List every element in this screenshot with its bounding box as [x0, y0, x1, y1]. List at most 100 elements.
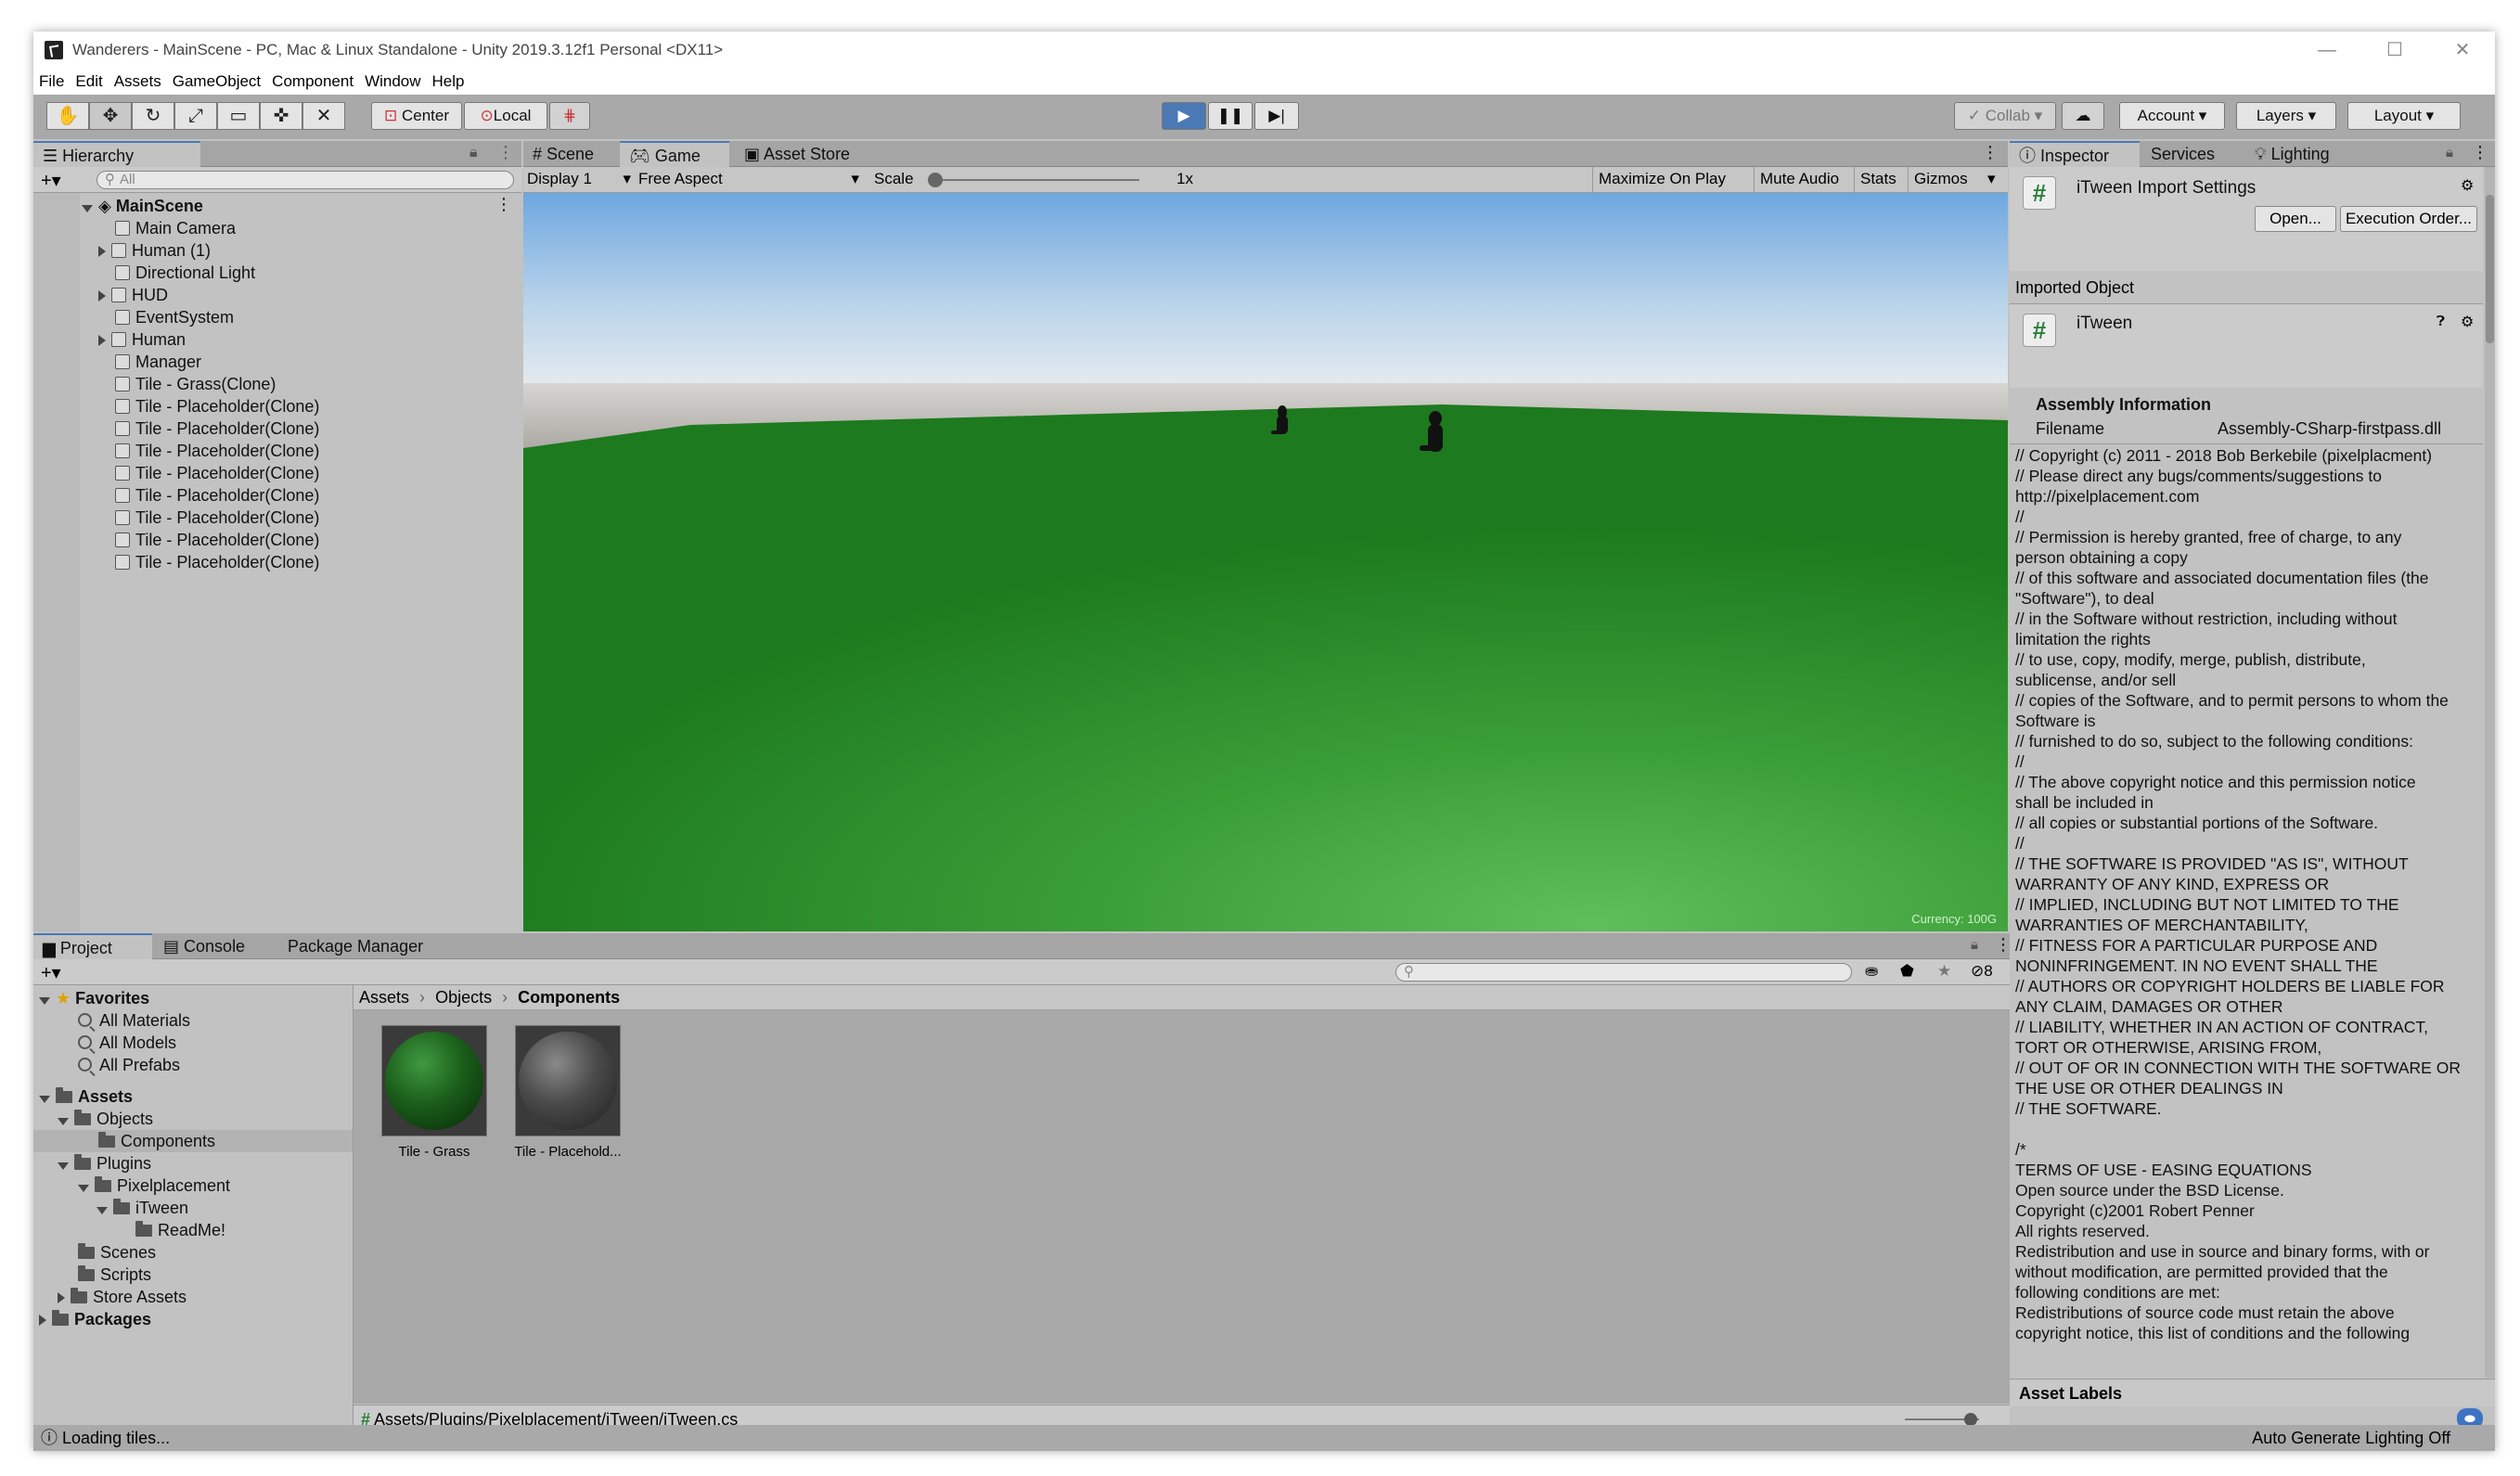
grid-snap-button[interactable]: ⋕ [549, 102, 590, 130]
hierarchy-item[interactable]: Main Camera [115, 217, 236, 239]
cloud-button[interactable]: ☁ [2062, 102, 2104, 130]
pivot-local-button[interactable]: ⊙Local [464, 102, 547, 130]
rect-tool-icon[interactable]: ▭ [217, 102, 260, 130]
menu-component[interactable]: Component [266, 69, 359, 91]
hierarchy-item[interactable]: Directional Light [115, 262, 255, 284]
hierarchy-item[interactable]: Tile - Placeholder(Clone) [115, 551, 319, 573]
expand-arrow-icon[interactable] [96, 1207, 108, 1214]
tree-readme[interactable]: ReadMe! [135, 1219, 225, 1241]
scale-slider-thumb[interactable] [928, 173, 943, 187]
favorite-star-icon[interactable]: ★ [1937, 962, 1951, 981]
settings-gear-icon[interactable]: ⚙ [2461, 176, 2474, 195]
inspector-kebab-icon[interactable]: ⋮ [2472, 143, 2488, 162]
tree-store-assets[interactable]: Store Assets [58, 1286, 186, 1308]
menu-assets[interactable]: Assets [109, 69, 167, 91]
play-button[interactable]: ▶ [1162, 102, 1206, 130]
hierarchy-item[interactable]: HUD [98, 284, 168, 306]
hierarchy-item[interactable]: Tile - Placeholder(Clone) [115, 395, 319, 417]
tab-lighting[interactable]: 💡︎ Lighting [2245, 141, 2366, 167]
tree-plugins[interactable]: Plugins [58, 1152, 151, 1174]
favorite-all-prefabs[interactable]: All Prefabs [78, 1054, 180, 1076]
layout-dropdown[interactable]: Layout ▾ [2347, 102, 2461, 130]
expand-arrow-icon[interactable] [98, 246, 106, 257]
breadcrumb-objects[interactable]: Objects [435, 988, 492, 1007]
hierarchy-item[interactable]: Human [98, 328, 186, 351]
mute-audio-toggle[interactable]: Mute Audio [1754, 167, 1845, 196]
tree-components[interactable]: Components [33, 1130, 353, 1152]
favorites-arrow-icon[interactable] [39, 997, 50, 1005]
project-lock-icon[interactable]: 🔒︎ [1971, 937, 1978, 953]
collab-dropdown[interactable]: ✓ Collab ▾ [1954, 102, 2056, 130]
game-kebab-icon[interactable]: ⋮ [1982, 143, 1999, 162]
tab-hierarchy[interactable]: ☰ Hierarchy [33, 141, 200, 167]
hierarchy-item[interactable]: Tile - Grass(Clone) [115, 373, 276, 395]
hidden-packages-toggle[interactable]: ⊘8 [1971, 962, 1993, 981]
create-plus-icon[interactable]: +▾ [41, 169, 61, 192]
help-icon[interactable]: ❓︎ [2436, 314, 2445, 329]
hierarchy-item[interactable]: Tile - Placeholder(Clone) [115, 507, 319, 529]
tree-scripts[interactable]: Scripts [78, 1264, 151, 1286]
pause-button[interactable]: ❚❚ [1208, 102, 1253, 130]
project-create-plus-icon[interactable]: +▾ [41, 961, 61, 984]
transform-tool-icon[interactable]: ✜ [260, 102, 302, 130]
menu-window[interactable]: Window [359, 69, 426, 91]
project-search-input[interactable]: ⚲ [1395, 963, 1852, 982]
kebab-menu-icon[interactable]: ⋮ [497, 143, 514, 162]
favorites-row[interactable]: ★ Favorites [39, 987, 149, 1009]
scale-tool-icon[interactable]: ⤢ [174, 102, 217, 130]
menu-help[interactable]: Help [427, 69, 470, 91]
account-dropdown[interactable]: Account ▾ [2119, 102, 2225, 130]
component-gear-icon[interactable]: ⚙ [2461, 313, 2474, 331]
breadcrumb-components[interactable]: Components [518, 988, 620, 1007]
tree-packages[interactable]: Packages [39, 1308, 151, 1330]
hierarchy-item[interactable]: Tile - Placeholder(Clone) [115, 440, 319, 462]
tree-pixelplacement[interactable]: Pixelplacement [78, 1174, 230, 1197]
minimize-icon[interactable]: — [2308, 37, 2346, 63]
rotate-tool-icon[interactable]: ↻ [132, 102, 174, 130]
favorite-all-materials[interactable]: All Materials [78, 1009, 190, 1032]
inspector-lock-icon[interactable]: 🔒︎ [2446, 145, 2453, 160]
menu-edit[interactable]: Edit [70, 69, 108, 91]
tab-scene[interactable]: # Scene [523, 141, 620, 167]
gizmos-dropdown-icon[interactable]: ▾ [1987, 170, 1996, 188]
close-icon[interactable]: ✕ [2444, 37, 2481, 63]
hierarchy-item[interactable]: Tile - Placeholder(Clone) [115, 484, 319, 507]
expand-arrow-icon[interactable] [98, 290, 106, 302]
tab-asset-store[interactable]: ▣ Asset Store [735, 141, 883, 167]
icon-size-slider-thumb[interactable] [1964, 1413, 1977, 1426]
hierarchy-item[interactable]: Tile - Placeholder(Clone) [115, 417, 319, 440]
expand-arrow-icon[interactable] [82, 205, 93, 212]
expand-arrow-icon[interactable] [58, 1162, 69, 1170]
hierarchy-item[interactable]: Manager [115, 351, 201, 373]
collapse-arrow-icon[interactable] [39, 1315, 46, 1326]
stats-toggle[interactable]: Stats [1854, 167, 1902, 196]
filter-by-type-icon[interactable]: ⛂ [1865, 962, 1878, 981]
tab-services[interactable]: Services [2141, 141, 2244, 167]
game-viewport[interactable]: Currency: 100G [523, 193, 2008, 931]
hierarchy-item[interactable]: Human (1) [98, 239, 211, 262]
hierarchy-item[interactable]: EventSystem [115, 306, 234, 328]
tab-package-manager[interactable]: Package Manager [278, 933, 464, 959]
layers-dropdown[interactable]: Layers ▾ [2236, 102, 2336, 130]
custom-tool-icon[interactable]: ✕ [302, 102, 345, 130]
icon-size-slider[interactable] [1905, 1413, 1979, 1426]
tree-assets[interactable]: Assets [39, 1085, 133, 1108]
open-button[interactable]: Open... [2255, 206, 2336, 232]
expand-arrow-icon[interactable] [58, 1118, 69, 1125]
move-tool-icon[interactable]: ✥ [89, 102, 132, 130]
menu-gameobject[interactable]: GameObject [167, 69, 266, 91]
tab-project[interactable]: ▆ Project [33, 933, 152, 959]
maximize-on-play-toggle[interactable]: Maximize On Play [1592, 167, 1731, 196]
tab-console[interactable]: ▤ Console [154, 933, 276, 959]
inspector-scrollbar[interactable] [2485, 167, 2495, 1378]
tab-inspector[interactable]: ⓘ Inspector [2010, 141, 2140, 167]
pivot-center-button[interactable]: ⊡ Center [371, 102, 462, 130]
hierarchy-item[interactable]: Tile - Placeholder(Clone) [115, 529, 319, 551]
lock-icon[interactable]: 🔒︎ [469, 145, 478, 161]
tree-scenes[interactable]: Scenes [78, 1241, 156, 1264]
tab-game[interactable]: 🎮︎ Game [620, 141, 729, 167]
execution-order-button[interactable]: Execution Order... [2340, 206, 2477, 232]
scene-root-row[interactable]: ◈ MainScene [82, 195, 203, 217]
tree-itween[interactable]: iTween [96, 1197, 188, 1219]
expand-arrow-icon[interactable] [39, 1096, 50, 1103]
